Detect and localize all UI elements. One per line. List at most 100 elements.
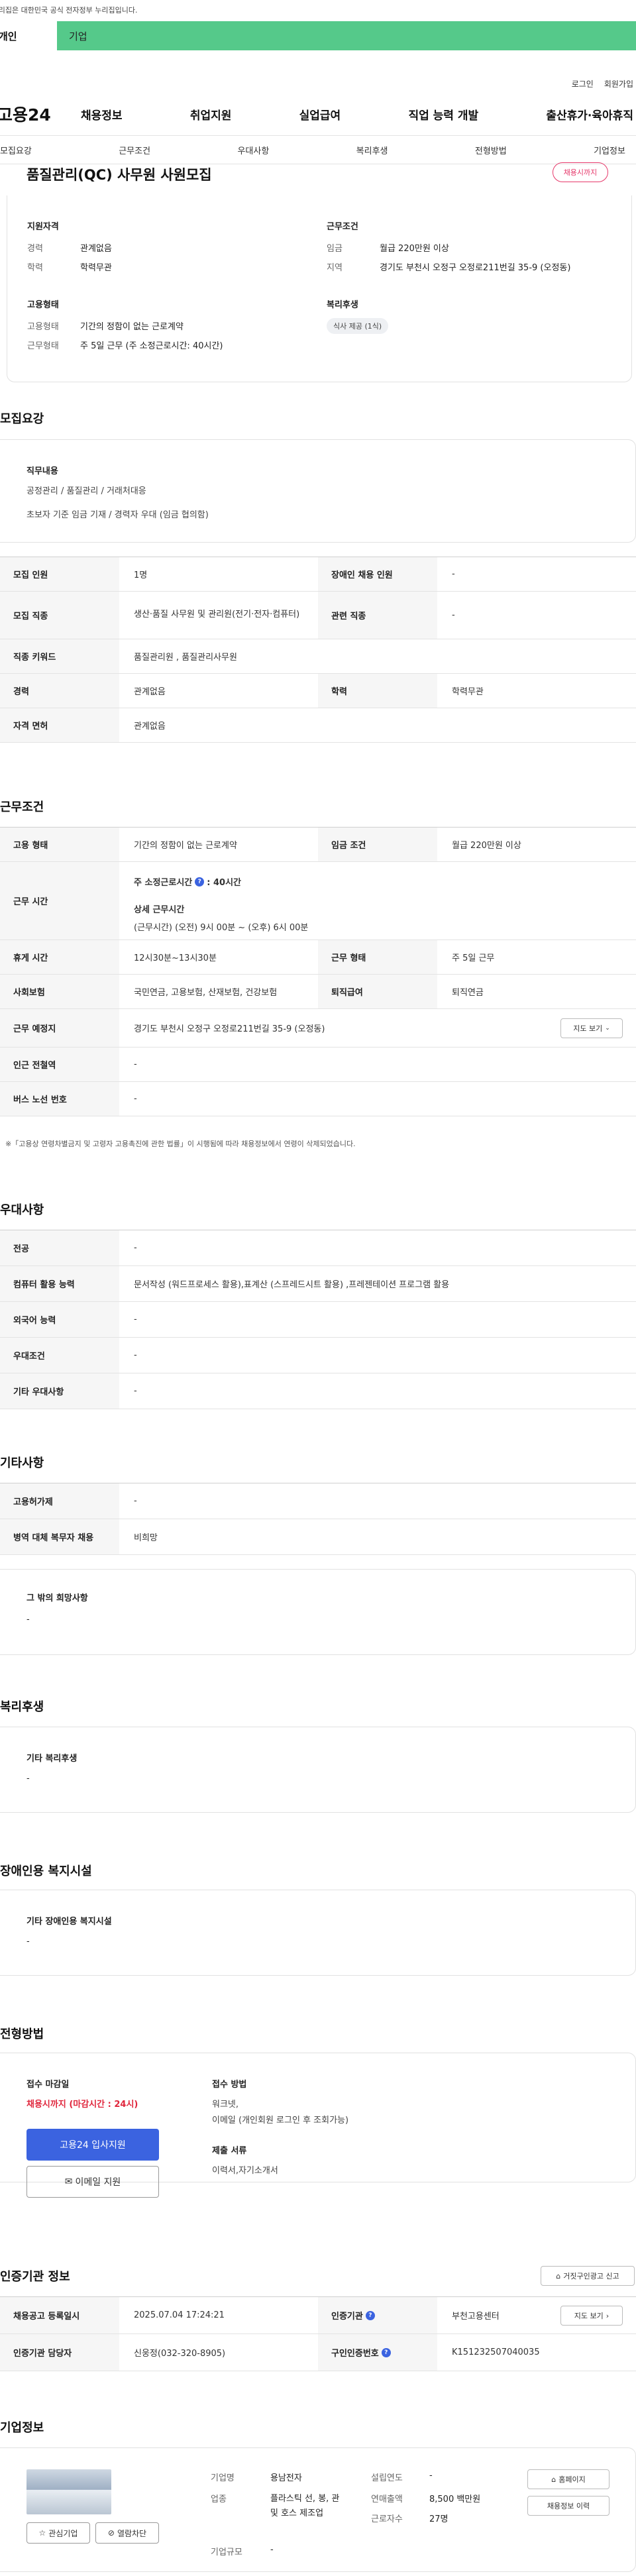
- weekly-hours-value: : 40시간: [207, 878, 241, 888]
- industry-value: 플라스틱 선, 봉, 관 및 호스 제조업: [270, 2494, 340, 2519]
- data-cell: K151232507040035: [452, 2347, 540, 2357]
- table-row: 모집 인원 1명 장애인 채용 인원 -: [0, 557, 636, 592]
- wage-value: 월급 220만원 이상: [380, 244, 449, 254]
- work-hours-detail: 주 소정근로시간?: 40시간 상세 근무시간 (근무시간) (오전) 9시 0…: [119, 862, 308, 939]
- gnb-item-maternity-leave[interactable]: 출산휴가·육아휴직: [546, 106, 633, 123]
- welfare-tag: 식사 제공 (1식): [327, 318, 389, 334]
- apply-button-label: 고용24 입사지원: [60, 2140, 126, 2151]
- anchor-work[interactable]: 근무조건: [119, 144, 150, 156]
- history-button[interactable]: 채용정보 이력: [527, 2496, 610, 2516]
- gnb-item-vocational-training[interactable]: 직업 능력 개발: [408, 106, 478, 123]
- help-icon[interactable]: ?: [195, 877, 205, 886]
- table-row: 근무 시간 주 소정근로시간?: 40시간 상세 근무시간 (근무시간) (오전…: [0, 862, 636, 940]
- table-row: 경력 관계없음 학력 학력무관: [0, 674, 636, 708]
- data-cell: 국민연금, 고용보험, 산재보험, 건강보험: [134, 988, 278, 998]
- benefit-card: 기타 복리후생 -: [0, 1727, 636, 1813]
- deadline-title: 접수 마감일: [26, 2080, 70, 2090]
- section-anchor-nav: 모집요강 근무조건 우대사항 복리후생 전형방법 기업정보: [0, 135, 636, 164]
- header-cell: 인증기관 담당자: [0, 2334, 119, 2371]
- region-label: 지역: [327, 263, 343, 273]
- anchor-apply[interactable]: 전형방법: [475, 144, 507, 156]
- report-button[interactable]: ⌂ 거짓구인광고 신고: [541, 2266, 635, 2286]
- table-row: 모집 직종 생산·품질 사무원 및 관리원(전기·전자·컴퓨터) 관련 직종 -: [0, 592, 636, 639]
- gnb-item-unemployment-benefit[interactable]: 실업급여: [299, 106, 341, 123]
- header-cell: 모집 인원: [0, 557, 119, 591]
- table-row: 고용 형태 기간의 정함이 없는 근로계약 임금 조건 월급 220만원 이상: [0, 828, 636, 862]
- data-cell: 기간의 정함이 없는 근로계약: [134, 841, 237, 851]
- etc-heading: 기타사항: [0, 1456, 44, 1470]
- data-cell: -: [134, 1386, 137, 1396]
- star-icon: ☆: [38, 2528, 46, 2538]
- employees-value: 27명: [429, 2514, 449, 2524]
- login-link[interactable]: 로그인: [572, 78, 594, 89]
- disabled-title: 기타 장애인용 복지시설: [26, 1917, 112, 1927]
- company-size-value: -: [270, 2545, 274, 2555]
- career-label: 경력: [27, 244, 43, 254]
- table-row: 인근 전철역 -: [0, 1047, 636, 1082]
- region-value: 경기도 부천시 오정구 오정로211번길 35-9 (오정동): [380, 263, 571, 273]
- table-row: 전공 -: [0, 1230, 636, 1266]
- table-row: 채용공고 등록일시 2025.07.04 17:24:21 인증기관? 부천고용…: [0, 2297, 636, 2334]
- hope-value: -: [26, 1615, 30, 1625]
- education-value: 학력무관: [80, 263, 112, 273]
- sales-value: 8,500 백만원: [429, 2495, 481, 2504]
- table-row: 버스 노선 번호 -: [0, 1082, 636, 1116]
- data-cell: 문서작성 (워드프로세스 활용),표계산 (스프레드시트 활용) ,프레젠테이션…: [134, 1280, 450, 1290]
- chevron-right-icon: ›: [606, 2311, 610, 2320]
- header-cell: 우대조건: [0, 1338, 119, 1373]
- company-card: ☆ 관심기업 ⊘ 열람차단 기업명 용남전자 업종 플라스틱 선, 봉, 관 및 호…: [0, 2447, 636, 2572]
- table-row: 휴게 시간 12시30분~13시30분 근무 형태 주 5일 근무: [0, 940, 636, 975]
- data-cell: 1명: [134, 570, 148, 580]
- apply-card: 접수 마감일 채용시까지 (마감시간 : 24시) 고용24 입사지원 ✉ 이메일…: [0, 2053, 636, 2198]
- anchor-recruit[interactable]: 모집요강: [0, 144, 32, 156]
- gnb-item-employment-support[interactable]: 취업지원: [190, 106, 232, 123]
- work-type-value: 주 5일 근무 (주 소정근로시간: 40시간): [80, 341, 223, 351]
- anchor-benefit[interactable]: 복리후생: [356, 144, 388, 156]
- homepage-button[interactable]: ⌂ 홈페이지: [527, 2469, 610, 2489]
- header-cell: 사회보험: [0, 975, 119, 1008]
- benefit-value: -: [26, 1774, 30, 1784]
- site-logo[interactable]: 고용24: [0, 102, 70, 126]
- table-row: 자격 면허 관계없음: [0, 708, 636, 743]
- tab-company[interactable]: 기업: [57, 21, 636, 50]
- anchor-pref[interactable]: 우대사항: [237, 144, 269, 156]
- header-cell: 모집 직종: [0, 592, 119, 639]
- help-icon[interactable]: ?: [381, 2347, 391, 2357]
- table-row: 직종 키워드 품질관리원 , 품질관리사무원: [0, 639, 636, 674]
- apply-button[interactable]: 고용24 입사지원: [26, 2129, 159, 2161]
- data-cell: 신웅정(032-320-8905): [134, 2349, 226, 2359]
- table-row: 외국어 능력 -: [0, 1302, 636, 1338]
- header-cell: 인근 전철역: [0, 1047, 119, 1081]
- disabled-heading: 장애인용 복지시설: [0, 1864, 92, 1878]
- duty-line-2: 초보자 기준 임금 기재 / 경력자 우대 (임금 협의함): [26, 510, 209, 520]
- industry-label: 업종: [211, 2495, 227, 2504]
- header-cell: 퇴직급여: [318, 975, 437, 1008]
- data-cell: 품질관리원 , 품질관리사무원: [134, 653, 237, 663]
- header-cell: 경력: [0, 674, 119, 708]
- apply-heading: 전형방법: [0, 2027, 44, 2041]
- data-cell: 주 5일 근무: [452, 953, 495, 963]
- career-value: 관계없음: [80, 244, 112, 254]
- header-cell: 외국어 능력: [0, 1302, 119, 1337]
- block-view-button[interactable]: ⊘ 열람차단: [95, 2522, 159, 2544]
- employment-type-label: 고용형태: [27, 322, 59, 332]
- help-icon[interactable]: ?: [365, 2310, 375, 2320]
- email-apply-button[interactable]: ✉ 이메일 지원: [26, 2166, 159, 2198]
- tab-personal[interactable]: 개인: [0, 21, 57, 50]
- age-notice: ※「고용상 연령차별금지 및 고령자 고용촉진에 관한 법률」이 시행됨에 따라…: [5, 1140, 356, 1148]
- docs-value: 이력서,자기소개서: [212, 2166, 278, 2176]
- data-cell: 퇴직연금: [452, 988, 484, 998]
- agency-map-button[interactable]: 지도 보기 ›: [560, 2306, 623, 2326]
- method-line-1: 워크넷,: [212, 2100, 239, 2110]
- anchor-company[interactable]: 기업정보: [594, 144, 625, 156]
- header-cell: 근무 형태: [318, 940, 437, 974]
- favorite-company-button[interactable]: ☆ 관심기업: [26, 2522, 90, 2544]
- header-cell: 기타 우대사항: [0, 1373, 119, 1409]
- signup-link[interactable]: 회원가입: [604, 78, 633, 89]
- qualification-title: 지원자격: [27, 222, 59, 232]
- header-cell: 전공: [0, 1230, 119, 1265]
- gnb-item-jobs[interactable]: 채용정보: [81, 106, 123, 123]
- status-badge: 채용시까지: [553, 162, 608, 182]
- map-view-button[interactable]: 지도 보기 ⌄: [560, 1018, 623, 1038]
- company-photo: [26, 2469, 111, 2514]
